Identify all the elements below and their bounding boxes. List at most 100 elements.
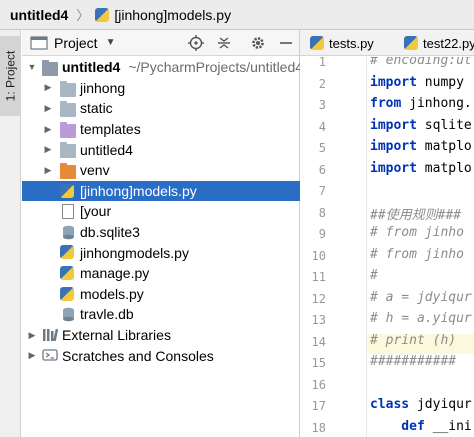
tree-item-label: manage.py: [80, 265, 150, 282]
line-number: 3: [318, 98, 326, 112]
gear-icon[interactable]: [250, 35, 266, 51]
code-line: # a = jdyiqur: [370, 289, 472, 305]
tree-item-file[interactable]: jinhongmodels.py: [22, 242, 300, 263]
chevron-down-icon[interactable]: ▼: [26, 62, 38, 72]
project-panel: Project ▼ ▼ untitled4 ~/PycharmProjects/u…: [22, 30, 304, 437]
chevron-right-icon[interactable]: ▶: [42, 144, 54, 155]
code-text: numpy: [416, 74, 464, 90]
line-number: 5: [318, 141, 326, 155]
code-keyword: import: [370, 139, 417, 154]
chevron-right-icon[interactable]: ▶: [42, 103, 54, 114]
project-tool-tab[interactable]: 1: Project: [0, 36, 21, 116]
tree-item-label: jinhongmodels.py: [80, 244, 189, 261]
code-text: jdyiqur: [409, 397, 472, 412]
tree-item-file[interactable]: travle.db: [22, 304, 300, 325]
tree-item-label: templates: [80, 121, 141, 138]
line-number: 15: [311, 356, 326, 370]
line-number: 8: [318, 205, 326, 220]
chevron-right-icon[interactable]: ▶: [42, 124, 54, 135]
line-number: 1: [318, 55, 326, 69]
tree-item-label: untitled4: [62, 59, 121, 76]
tree-item-external-libraries[interactable]: ▶ External Libraries: [22, 325, 300, 346]
python-file-icon: [60, 245, 74, 260]
code-text: matplo: [416, 160, 472, 176]
tree-item-label: travle.db: [80, 306, 134, 323]
code-line: class jdyiqur: [370, 397, 472, 412]
tree-item-path: ~/PycharmProjects/untitled4: [128, 59, 304, 76]
folder-icon: [60, 101, 76, 118]
code-line: ###########: [370, 354, 457, 369]
line-number: 6: [318, 162, 326, 177]
tab-label: test22.py: [423, 35, 474, 51]
code-line: #: [370, 268, 378, 283]
python-file-icon: [60, 183, 74, 198]
code-text: matplo: [416, 139, 472, 154]
tab-test22-py[interactable]: test22.py: [404, 30, 474, 56]
tree-item-label: static: [80, 100, 113, 117]
line-number: 14: [311, 334, 326, 349]
chevron-right-icon[interactable]: ▶: [26, 350, 38, 361]
project-view-label[interactable]: Project: [54, 35, 98, 51]
code-area[interactable]: # encoding:utf import numpy from jinhong. i…: [367, 57, 474, 437]
folder-icon-purple: [60, 121, 76, 138]
project-view-icon: [30, 35, 48, 50]
code-line: # print (h): [370, 332, 457, 348]
tree-item-folder[interactable]: ▶ venv: [22, 160, 300, 181]
scratches-icon: [42, 349, 58, 361]
code-text: sqlite: [416, 117, 472, 133]
tree-item-label: untitled4: [80, 141, 133, 158]
chevron-right-icon[interactable]: ▶: [42, 82, 54, 93]
tree-item-file-selected[interactable]: [jinhong]models.py: [22, 180, 300, 202]
left-tool-strip: 1: Project: [0, 30, 21, 437]
code-line: ##使用规则###: [370, 207, 462, 223]
chevron-right-icon[interactable]: ▶: [26, 330, 38, 341]
code-line: import matplo: [370, 139, 472, 154]
tree-item-label: db.sqlite3: [80, 224, 140, 241]
breadcrumb-file-label: [jinhong]models.py: [114, 6, 232, 23]
tree-item-folder[interactable]: ▶ templates: [22, 119, 300, 140]
line-number: 16: [311, 377, 326, 392]
python-file-icon: [310, 36, 324, 50]
library-icon: [43, 328, 58, 341]
python-file-icon: [60, 286, 74, 301]
code-line: import numpy: [370, 75, 464, 90]
line-number: 18: [311, 420, 326, 435]
locate-icon[interactable]: [188, 35, 204, 51]
breadcrumb-project[interactable]: untitled4: [0, 7, 68, 23]
tree-item-folder[interactable]: ▶ static: [22, 98, 300, 119]
code-line: def __ini: [370, 419, 471, 434]
chevron-right-icon[interactable]: ▶: [42, 165, 54, 176]
tree-item-folder[interactable]: ▶ jinhong: [22, 78, 300, 99]
tree-item-file[interactable]: manage.py: [22, 263, 300, 284]
line-number: 2: [318, 76, 326, 91]
code-line: # encoding:utf: [370, 57, 474, 68]
tree-item-file[interactable]: [your: [22, 201, 300, 222]
breadcrumb-file[interactable]: [jinhong]models.py: [95, 7, 231, 23]
project-tool-tab-label: 1: Project: [3, 50, 18, 102]
tree-item-file[interactable]: models.py: [22, 284, 300, 305]
code-keyword: import: [370, 160, 417, 176]
line-number: 11: [311, 270, 326, 284]
code-keyword: import: [370, 74, 417, 90]
tree-item-file[interactable]: db.sqlite3: [22, 222, 300, 243]
line-number: 7: [318, 184, 326, 198]
tab-tests-py[interactable]: tests.py: [310, 30, 374, 56]
collapse-all-icon[interactable]: [216, 35, 232, 51]
database-file-icon: [63, 225, 74, 240]
code-line: import matplo: [370, 161, 472, 176]
code-keyword: from: [370, 96, 402, 111]
tree-item-label: jinhong: [80, 79, 126, 96]
tab-label: tests.py: [329, 35, 374, 51]
python-file-icon: [60, 265, 74, 280]
tree-item-root[interactable]: ▼ untitled4 ~/PycharmProjects/untitled4: [22, 57, 304, 78]
line-number: 12: [311, 291, 326, 306]
chevron-down-icon[interactable]: ▼: [106, 37, 116, 48]
tree-item-scratches[interactable]: ▶ Scratches and Consoles: [22, 345, 300, 366]
folder-icon: [42, 60, 58, 76]
line-number: 9: [318, 227, 326, 241]
line-number: 4: [318, 119, 326, 134]
tree-item-folder[interactable]: ▶ untitled4: [22, 139, 300, 160]
tree-item-label: External Libraries: [62, 327, 171, 344]
hide-panel-icon[interactable]: [278, 35, 294, 51]
python-file-icon: [404, 36, 418, 50]
